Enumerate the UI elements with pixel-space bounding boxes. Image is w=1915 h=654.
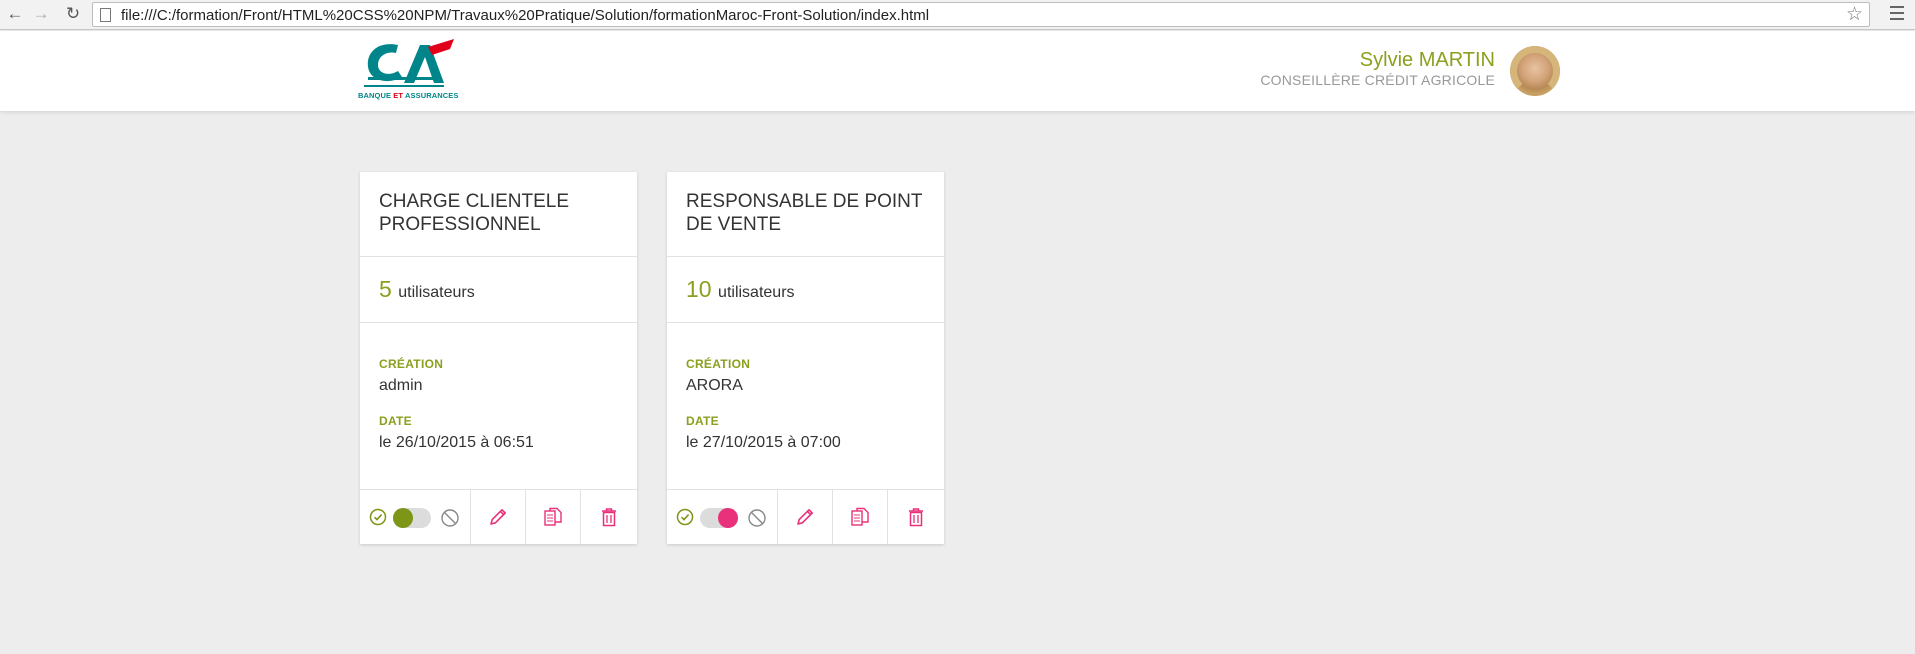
user-count-label: utilisateurs	[718, 284, 795, 301]
date-value: le 26/10/2015 à 06:51	[379, 434, 534, 451]
check-circle-icon	[676, 508, 694, 526]
duplicate-button[interactable]	[833, 490, 888, 544]
divider	[360, 322, 637, 323]
back-arrow-icon[interactable]: ←	[4, 3, 26, 25]
date-label: DATE	[379, 414, 412, 428]
address-bar[interactable]: file:///C:/formation/Front/HTML%20CSS%20…	[92, 2, 1870, 27]
card-actions	[360, 490, 637, 544]
user-count: 10 utilisateurs	[686, 276, 795, 303]
copy-icon	[851, 507, 869, 526]
credit-agricole-logo[interactable]: BANQUE ET ASSURANCES	[358, 37, 464, 103]
status-switch[interactable]	[700, 508, 738, 528]
menu-icon[interactable]	[1890, 6, 1904, 20]
profile-card: CHARGE CLIENTELE PROFESSIONNEL 5 utilisa…	[360, 172, 637, 544]
switch-knob	[393, 508, 413, 528]
profile-card: RESPONSABLE DE POINT DE VENTE 10 utilisa…	[667, 172, 944, 544]
status-toggle-group	[360, 490, 471, 544]
pencil-icon	[490, 509, 506, 525]
edit-button[interactable]	[471, 490, 526, 544]
status-toggle-group	[667, 490, 778, 544]
ban-icon	[748, 509, 766, 527]
browser-toolbar: ← → ↻ file:///C:/formation/Front/HTML%20…	[0, 0, 1915, 30]
user-name[interactable]: Sylvie MARTIN	[1260, 49, 1495, 72]
divider	[667, 322, 944, 323]
user-count-label: utilisateurs	[398, 284, 475, 301]
check-circle-icon	[369, 508, 387, 526]
card-title: RESPONSABLE DE POINT DE VENTE	[686, 191, 923, 235]
reload-icon[interactable]: ↻	[62, 3, 84, 25]
delete-button[interactable]	[581, 490, 636, 544]
copy-icon	[544, 507, 562, 526]
url-text[interactable]: file:///C:/formation/Front/HTML%20CSS%20…	[121, 7, 929, 24]
date-value: le 27/10/2015 à 07:00	[686, 434, 841, 451]
ban-icon	[441, 509, 459, 527]
user-count-number: 10	[686, 276, 712, 302]
card-title: CHARGE CLIENTELE PROFESSIONNEL	[379, 191, 570, 235]
duplicate-button[interactable]	[526, 490, 581, 544]
card-actions	[667, 490, 944, 544]
user-role: CONSEILLÈRE CRÉDIT AGRICOLE	[1260, 72, 1495, 88]
star-icon[interactable]: ☆	[1846, 3, 1863, 26]
page-icon	[100, 8, 111, 22]
user-info: Sylvie MARTIN CONSEILLÈRE CRÉDIT AGRICOL…	[1260, 49, 1495, 88]
edit-button[interactable]	[778, 490, 833, 544]
user-count: 5 utilisateurs	[379, 276, 475, 303]
creation-label: CRÉATION	[686, 357, 751, 371]
switch-knob	[718, 508, 738, 528]
forward-arrow-icon[interactable]: →	[30, 3, 52, 25]
avatar[interactable]	[1510, 46, 1560, 96]
delete-button[interactable]	[888, 490, 943, 544]
trash-icon	[908, 508, 923, 527]
creation-value: admin	[379, 377, 423, 394]
date-label: DATE	[686, 414, 719, 428]
trash-icon	[601, 508, 616, 527]
divider	[360, 256, 637, 257]
creation-label: CRÉATION	[379, 357, 444, 371]
creation-value: ARORA	[686, 377, 743, 394]
user-count-number: 5	[379, 276, 392, 302]
app-header: BANQUE ET ASSURANCES Sylvie MARTIN CONSE…	[0, 31, 1915, 111]
status-switch[interactable]	[393, 508, 431, 528]
divider	[667, 256, 944, 257]
pencil-icon	[797, 509, 813, 525]
logo-tagline: BANQUE ET ASSURANCES	[358, 91, 459, 100]
